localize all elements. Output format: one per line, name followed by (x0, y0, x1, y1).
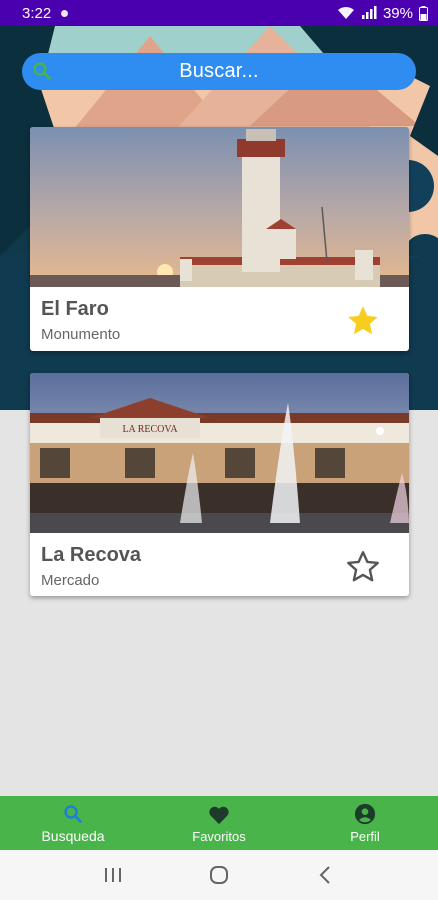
place-name: La Recova (41, 544, 142, 566)
system-navigation-bar (0, 850, 438, 900)
favorite-star-outline-icon[interactable] (345, 549, 381, 585)
search-bar[interactable]: Buscar... (22, 53, 416, 90)
notification-dot (61, 9, 69, 17)
account-icon (354, 803, 376, 825)
search-placeholder: Buscar... (179, 60, 259, 82)
battery-percent: 39% (382, 4, 413, 22)
place-card[interactable]: LA RECOVA La Recova Mercado (30, 373, 409, 596)
nav-favoritos[interactable]: Favoritos (146, 796, 292, 850)
nav-perfil[interactable]: Perfil (292, 796, 438, 850)
place-photo-lighthouse (30, 127, 409, 287)
status-time: 3:22 (22, 4, 52, 22)
nav-label: Perfil (350, 829, 380, 844)
home-button[interactable] (199, 860, 239, 890)
status-icons: 39% (337, 5, 428, 22)
place-card[interactable]: El Faro Monumento (30, 127, 409, 351)
bottom-navigation: Busqueda Favoritos Perfil (0, 796, 438, 850)
nav-label: Favoritos (192, 829, 246, 844)
place-category: Mercado (41, 572, 100, 589)
back-icon (319, 866, 330, 884)
favorite-star-icon[interactable] (345, 303, 381, 339)
search-icon (33, 62, 51, 80)
place-photo-market: LA RECOVA (30, 373, 409, 533)
battery-icon (419, 5, 428, 21)
recent-apps-icon (105, 868, 121, 882)
nav-label: Busqueda (41, 828, 105, 844)
search-icon (64, 805, 82, 823)
back-button[interactable] (305, 860, 345, 890)
status-bar: 3:22 39% (0, 0, 438, 26)
place-category: Monumento (41, 326, 121, 343)
signal-icon (361, 6, 377, 19)
nav-busqueda[interactable]: Busqueda (0, 796, 146, 850)
place-name: El Faro (41, 298, 109, 320)
market-sign: LA RECOVA (122, 424, 178, 435)
heart-icon (209, 806, 229, 825)
home-icon (210, 866, 228, 884)
recent-apps-button[interactable] (93, 860, 133, 890)
wifi-icon (337, 6, 354, 19)
